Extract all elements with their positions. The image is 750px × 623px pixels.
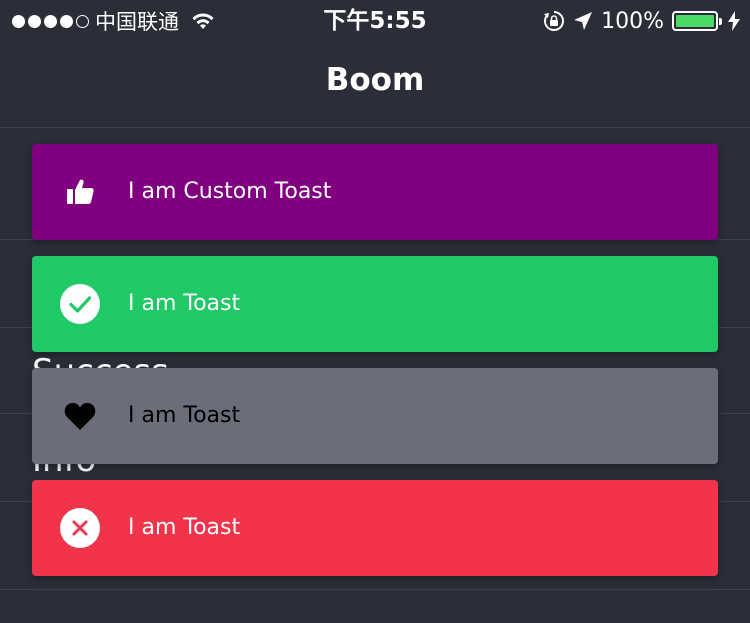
page-title: Boom [325,62,425,98]
toast-message: I am Toast [128,291,241,316]
toast-message: I am Custom Toast [128,179,332,204]
heart-icon [60,396,100,436]
charging-icon [728,11,740,31]
rotation-lock-icon [543,10,565,32]
toast-message: I am Toast [128,403,241,428]
status-right: 100% [543,6,740,36]
status-bar: 中国联通 下午5:55 100% [0,0,750,40]
battery-fill [676,15,714,27]
battery-percent: 100% [601,8,664,34]
toast-info[interactable]: I am Toast [32,368,718,464]
thumbs-up-icon [60,172,100,212]
toast-success[interactable]: I am Toast [32,256,718,352]
battery-icon [672,11,722,31]
check-circle-icon [60,284,100,324]
toast-message: I am Toast [128,515,241,540]
toast-custom[interactable]: I am Custom Toast [32,144,718,240]
close-circle-icon [60,508,100,548]
nav-bar: Boom [0,40,750,128]
toast-error[interactable]: I am Toast [32,480,718,576]
location-icon [573,11,593,31]
